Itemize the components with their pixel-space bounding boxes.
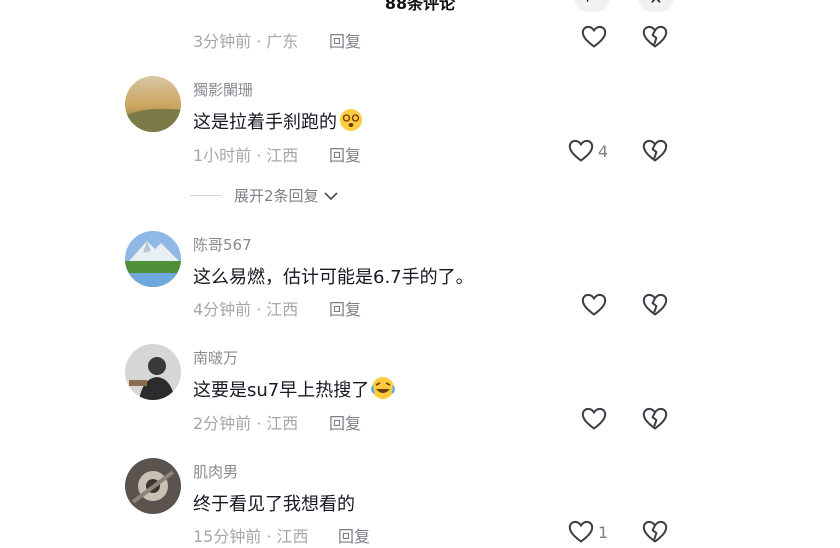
comments-count-title: 88条评论 bbox=[384, 0, 456, 13]
dislike-button[interactable] bbox=[642, 520, 668, 548]
heart-icon bbox=[581, 25, 607, 48]
expand-replies-button[interactable]: 展开2条回复 bbox=[190, 185, 340, 206]
comment-location: 江西 bbox=[276, 527, 309, 546]
comment-time: 4分钟前 bbox=[193, 300, 252, 319]
divider bbox=[190, 195, 222, 196]
like-button[interactable]: 4 bbox=[568, 139, 608, 163]
broken-heart-icon bbox=[642, 520, 668, 543]
comment-meta: 15分钟前 · 江西 bbox=[193, 527, 309, 546]
heart-icon bbox=[581, 293, 607, 316]
broken-heart-icon bbox=[642, 25, 668, 48]
avatar[interactable] bbox=[125, 231, 181, 287]
reply-button[interactable]: 回复 bbox=[329, 296, 361, 320]
broken-heart-icon bbox=[642, 293, 668, 316]
comment-location: 江西 bbox=[266, 300, 299, 319]
face-with-spiral-eyes-icon bbox=[340, 109, 362, 131]
comment-username[interactable]: 陈哥567 bbox=[193, 234, 252, 255]
avatar[interactable] bbox=[125, 458, 181, 514]
comment-time: 3分钟前 bbox=[193, 32, 252, 51]
reply-button[interactable]: 回复 bbox=[329, 142, 361, 166]
broken-heart-icon bbox=[642, 139, 668, 162]
comment-username[interactable]: 南啵万 bbox=[193, 347, 238, 368]
close-icon: ✕ bbox=[649, 0, 662, 8]
reply-button[interactable]: 回复 bbox=[329, 28, 361, 52]
comment-location: 广东 bbox=[266, 32, 299, 51]
dislike-button[interactable] bbox=[642, 407, 668, 435]
comment-text: 终于看见了我想看的 bbox=[193, 494, 355, 515]
like-button[interactable] bbox=[581, 293, 607, 317]
comment-text: 这么易燃，估计可能是6.7手的了。 bbox=[193, 267, 474, 288]
rolling-laughing-face-icon bbox=[371, 377, 396, 399]
avatar[interactable] bbox=[125, 76, 181, 132]
comment-text: 这要是su7早上热搜了 bbox=[193, 376, 396, 402]
dislike-button[interactable] bbox=[642, 139, 668, 167]
comment-text: 这是拉着手刹跑的 bbox=[193, 108, 364, 134]
reply-button[interactable]: 回复 bbox=[338, 523, 370, 547]
comment-location: 江西 bbox=[266, 414, 299, 433]
broken-heart-icon bbox=[642, 407, 668, 430]
comment-meta: 4分钟前 · 江西 bbox=[193, 300, 299, 319]
like-button[interactable] bbox=[581, 25, 607, 49]
avatar[interactable] bbox=[125, 344, 181, 400]
comment-time: 15分钟前 bbox=[193, 527, 262, 546]
comment-username[interactable]: 獨影闌珊 bbox=[193, 79, 253, 100]
reply-button[interactable]: 回复 bbox=[329, 410, 361, 434]
comment-time: 2分钟前 bbox=[193, 414, 252, 433]
header-action-icon: ⌐ bbox=[585, 0, 598, 8]
like-button[interactable] bbox=[581, 407, 607, 431]
like-count: 1 bbox=[598, 522, 609, 542]
comment-meta: 3分钟前 · 广东 bbox=[193, 32, 299, 51]
dislike-button[interactable] bbox=[642, 25, 668, 53]
like-button[interactable]: 1 bbox=[568, 520, 608, 544]
heart-icon bbox=[581, 407, 607, 430]
dislike-button[interactable] bbox=[642, 293, 668, 321]
heart-icon bbox=[568, 139, 594, 162]
comment-location: 江西 bbox=[266, 146, 299, 165]
chevron-down-icon bbox=[323, 191, 338, 200]
comment-time: 1小时前 bbox=[193, 146, 252, 165]
heart-icon bbox=[568, 520, 594, 543]
comment-meta: 2分钟前 · 江西 bbox=[193, 414, 299, 433]
comment-meta: 1小时前 · 江西 bbox=[193, 146, 299, 165]
comment-username[interactable]: 肌肉男 bbox=[193, 461, 238, 482]
like-count: 4 bbox=[598, 141, 609, 161]
